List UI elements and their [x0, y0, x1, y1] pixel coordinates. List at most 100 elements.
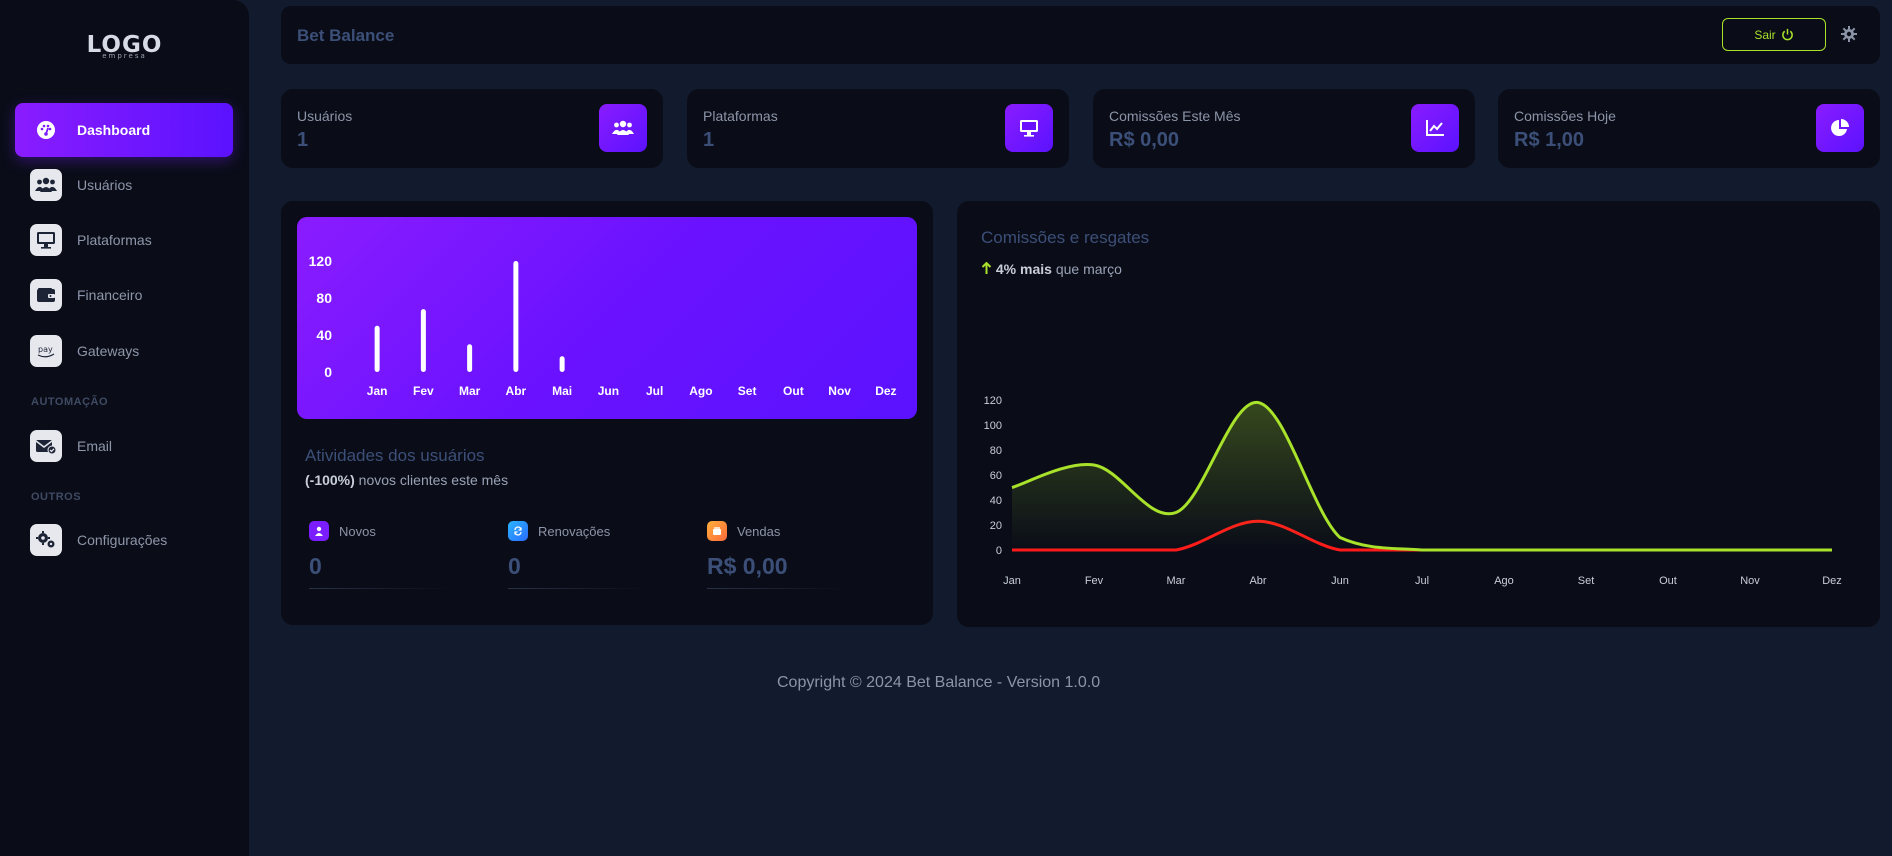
store-icon [707, 521, 727, 541]
dashboard-icon [30, 114, 62, 146]
users-icon [30, 169, 62, 201]
line-chart-svg: 0 20 40 60 80 100 120 Jan Fev Mar Abr Jun Jul Ago Set O… [984, 395, 1842, 587]
x-tick-label: Fev [413, 384, 434, 398]
logo-subtext: empresa [102, 52, 147, 60]
divider [309, 588, 449, 589]
x-tick-label: Set [1578, 575, 1595, 587]
x-tick-label: Mar [459, 384, 481, 398]
x-tick-label: Ago [689, 384, 712, 398]
x-tick-label: Jan [367, 384, 388, 398]
section-outros: OUTROS [31, 491, 82, 503]
stat-value: 1 [297, 129, 309, 151]
x-tick-label: Jan [1003, 575, 1021, 587]
activity-change: (-100%) [305, 472, 355, 488]
sidebar-item-label: Usuários [77, 177, 133, 193]
x-tick-label: Jun [598, 384, 619, 398]
stat-card-usuarios: Usuários 1 [281, 89, 663, 168]
y-tick-label: 120 [984, 395, 1002, 407]
y-tick-label: 0 [996, 545, 1002, 557]
page-title: Bet Balance [297, 26, 395, 45]
commissions-panel: Comissões e resgates 4% mais que março 0… [957, 201, 1880, 627]
sidebar-item-label: Gateways [77, 343, 140, 359]
activity-label: Novos [339, 523, 376, 539]
y-tick-label: 80 [990, 445, 1002, 457]
line-chart-icon [1411, 104, 1459, 152]
sidebar-item-financeiro[interactable]: Financeiro [15, 268, 233, 322]
activity-novos: Novos 0 [309, 521, 459, 589]
x-tick-label: Out [783, 384, 804, 398]
stat-value: R$ 1,00 [1514, 129, 1585, 151]
wallet-icon [30, 279, 62, 311]
sidebar-item-label: Email [77, 438, 113, 454]
settings-button[interactable] [1841, 26, 1859, 44]
monthly-bar-chart: 0 40 80 120 Jan Fev Mar Abr Mai Jun Jul Ago Set Out No… [297, 217, 917, 419]
monitor-icon [30, 224, 62, 256]
x-tick-label: Abr [506, 384, 527, 398]
refresh-icon [508, 521, 528, 541]
sidebar: LOGO empresa Dashboard Usuários Platafor… [0, 0, 249, 856]
x-tick-label: Mar [1167, 575, 1186, 587]
stat-value: R$ 0,00 [1109, 129, 1180, 151]
divider [508, 588, 648, 589]
y-tick-label: 100 [984, 420, 1002, 432]
y-tick-label: 120 [309, 253, 333, 269]
x-tick-label: Out [1659, 575, 1677, 587]
stat-card-comissoes-hoje: Comissões Hoje R$ 1,00 [1498, 89, 1880, 168]
activity-value: 0 [309, 553, 322, 579]
bar [420, 309, 426, 372]
x-tick-label: Dez [875, 384, 896, 398]
series-area [1012, 402, 1832, 550]
activity-renovacoes: Renovações 0 [508, 521, 658, 589]
email-icon [30, 430, 62, 462]
sidebar-item-configuracoes[interactable]: Configurações [15, 513, 233, 567]
sidebar-item-email[interactable]: Email [15, 419, 233, 473]
stat-card-comissoes-mes: Comissões Este Mês R$ 0,00 [1093, 89, 1475, 168]
users-icon [599, 104, 647, 152]
logout-button[interactable]: Sair [1722, 18, 1826, 51]
activity-label: Renovações [538, 523, 611, 539]
sidebar-item-plataformas[interactable]: Plataformas [15, 213, 233, 267]
copyright-text: Copyright © 2024 Bet Balance - Version 1… [777, 674, 1101, 691]
pie-chart-icon [1816, 104, 1864, 152]
top-header: Bet Balance Sair [281, 6, 1880, 64]
monitor-icon [1005, 104, 1053, 152]
activity-title: Atividades dos usuários [305, 446, 485, 465]
activity-panel: 0 40 80 120 Jan Fev Mar Abr Mai Jun Jul Ago Set Out No… [281, 201, 933, 625]
y-tick-label: 60 [990, 470, 1002, 482]
sidebar-item-usuarios[interactable]: Usuários [15, 158, 233, 212]
stat-label: Comissões Este Mês [1109, 108, 1241, 124]
x-tick-label: Jul [646, 384, 663, 398]
sidebar-item-label: Plataformas [77, 232, 152, 248]
sidebar-item-dashboard[interactable]: Dashboard [15, 103, 233, 157]
power-icon [1781, 28, 1793, 41]
y-tick-label: 80 [316, 290, 332, 306]
x-tick-label: Fev [1085, 575, 1104, 587]
stat-label: Plataformas [703, 108, 778, 124]
activity-value: 0 [508, 553, 521, 579]
sidebar-item-label: Financeiro [77, 287, 143, 303]
sidebar-item-gateways[interactable]: pay Gateways [15, 324, 233, 378]
x-tick-label: Abr [1249, 575, 1266, 587]
x-tick-label: Dez [1822, 575, 1842, 587]
activity-subtitle: (-100%) novos clientes este mês [305, 472, 508, 488]
logo[interactable]: LOGO empresa [0, 32, 249, 60]
bar [513, 261, 519, 372]
user-icon [309, 521, 329, 541]
x-tick-label: Jul [1415, 575, 1429, 587]
stat-label: Usuários [297, 108, 353, 124]
logout-label: Sair [1754, 27, 1776, 42]
bar [467, 344, 473, 372]
bar [559, 356, 565, 372]
x-tick-label: Ago [1494, 575, 1514, 587]
divider [707, 588, 847, 589]
y-tick-label: 40 [990, 495, 1002, 507]
stat-value: 1 [703, 129, 715, 151]
x-tick-label: Mai [552, 384, 572, 398]
gear-icon [1841, 26, 1857, 42]
activity-change-text: novos clientes este mês [354, 472, 509, 488]
pay-icon: pay [30, 335, 62, 367]
sidebar-item-label: Configurações [77, 532, 168, 548]
activity-vendas: Vendas R$ 0,00 [707, 521, 857, 589]
section-automacao: AUTOMAÇÃO [31, 396, 109, 408]
activity-value: R$ 0,00 [707, 553, 788, 579]
